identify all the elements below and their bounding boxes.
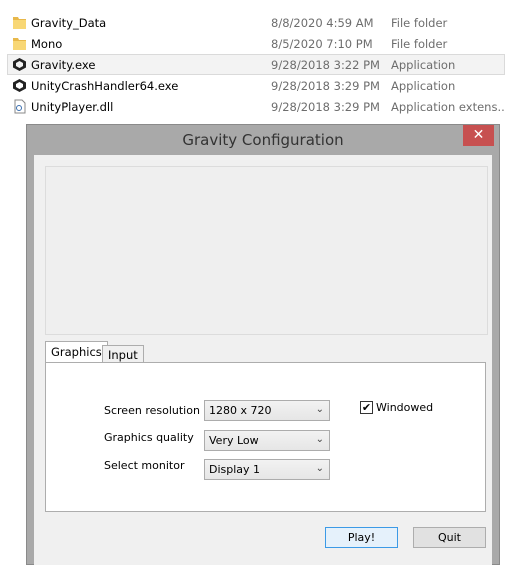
banner-image [45,166,488,335]
folder-icon [13,17,26,29]
config-dialog: Gravity Configuration ✕ Graphics Input S… [26,124,500,565]
close-icon: ✕ [472,127,485,143]
graphics-panel: Screen resolution Graphics quality Selec… [45,362,486,512]
close-button[interactable]: ✕ [463,125,494,146]
file-name: Gravity.exe [31,58,96,72]
folder-icon [13,38,26,50]
chevron-down-icon: ⌄ [315,463,324,474]
quality-select[interactable]: Very Low ⌄ [204,430,330,451]
file-name: UnityPlayer.dll [31,100,114,114]
dialog-title: Gravity Configuration [182,131,344,149]
file-date: 8/8/2020 4:59 AM [271,16,374,30]
monitor-value: Display 1 [209,463,261,476]
file-name: Gravity_Data [31,16,107,30]
resolution-select[interactable]: 1280 x 720 ⌄ [204,400,330,421]
tab-input[interactable]: Input [102,345,144,362]
resolution-value: 1280 x 720 [209,404,272,417]
windowed-label: Windowed [376,401,434,414]
quality-value: Very Low [209,434,259,447]
monitor-label: Select monitor [104,459,185,472]
play-button[interactable]: Play! [325,527,398,548]
chevron-down-icon: ⌄ [315,434,324,445]
file-row[interactable]: UnityCrashHandler64.exe 9/28/2018 3:29 P… [7,75,505,96]
file-date: 9/28/2018 3:22 PM [271,58,380,72]
file-date: 9/28/2018 3:29 PM [271,100,380,114]
dialog-client: Graphics Input Screen resolution Graphic… [34,155,492,565]
file-type: File folder [391,16,448,30]
checkmark-icon: ✔ [361,401,372,414]
tab-graphics[interactable]: Graphics [45,341,108,364]
file-type: Application extens... [391,100,505,114]
file-date: 9/28/2018 3:29 PM [271,79,380,93]
file-row[interactable]: UnityPlayer.dll 9/28/2018 3:29 PM Applic… [7,96,505,117]
file-row[interactable]: Mono 8/5/2020 7:10 PM File folder [7,33,505,54]
unity-icon [13,79,26,92]
file-row[interactable]: Gravity_Data 8/8/2020 4:59 AM File folde… [7,12,505,33]
file-type: File folder [391,37,448,51]
quit-button[interactable]: Quit [413,527,486,548]
windowed-checkbox[interactable]: ✔ [360,401,373,414]
file-type: Application [391,79,456,93]
file-date: 8/5/2020 7:10 PM [271,37,373,51]
unity-icon [13,58,26,71]
quality-label: Graphics quality [104,431,194,444]
dll-file-icon [14,99,26,114]
file-row-selected[interactable]: Gravity.exe 9/28/2018 3:22 PM Applicatio… [7,54,505,75]
chevron-down-icon: ⌄ [315,404,324,415]
file-name: UnityCrashHandler64.exe [31,79,179,93]
file-type: Application [391,58,456,72]
resolution-label: Screen resolution [104,404,200,417]
monitor-select[interactable]: Display 1 ⌄ [204,459,330,480]
file-name: Mono [31,37,63,51]
